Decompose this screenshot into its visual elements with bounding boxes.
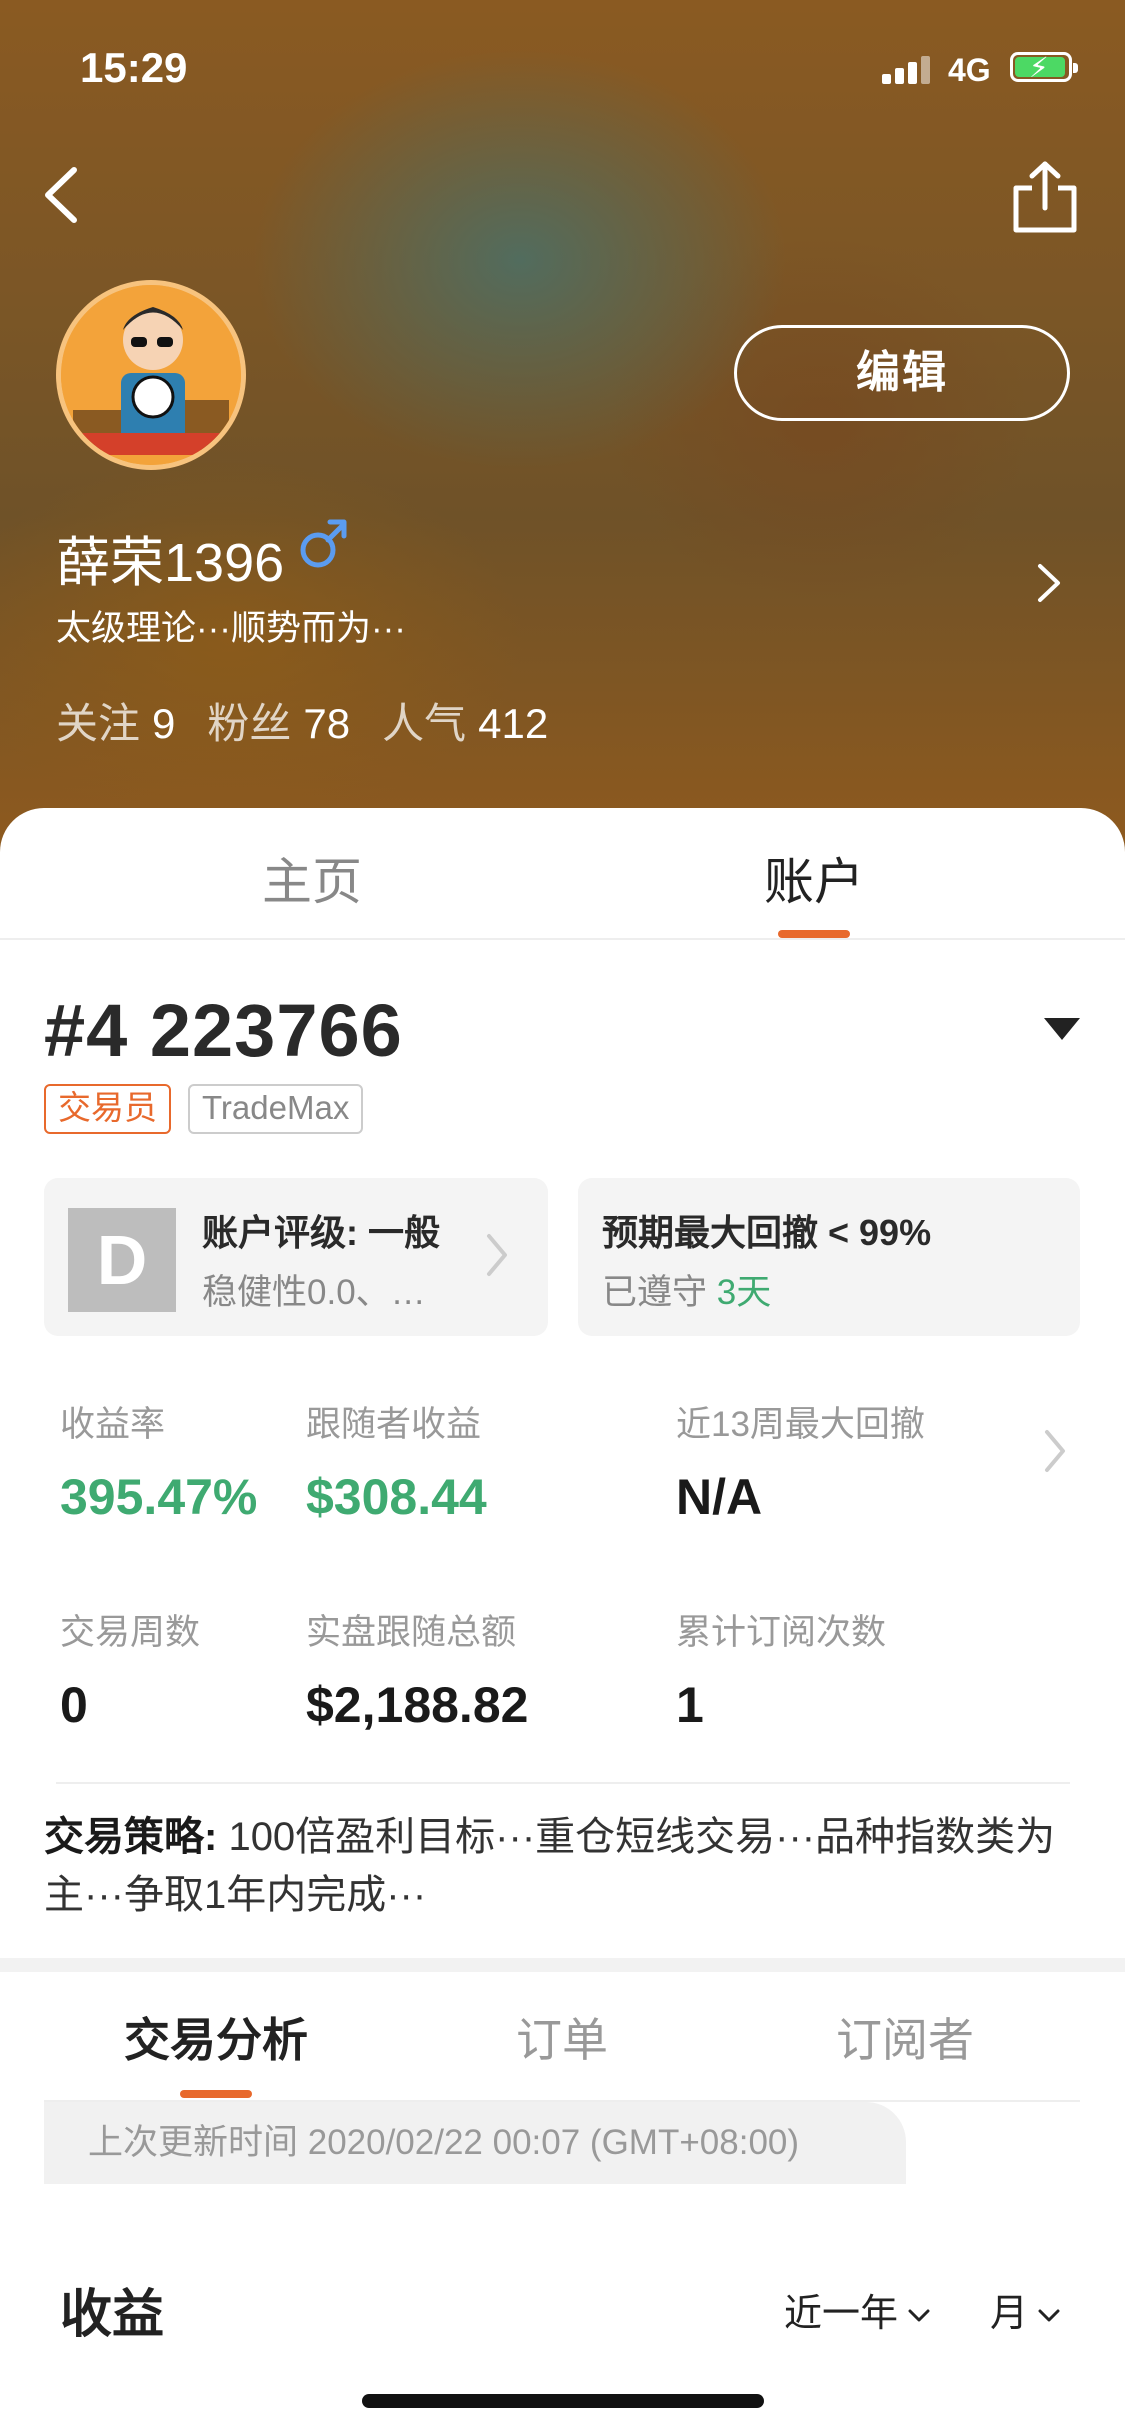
account-sheet: 主页 账户 #4 223766 交易员 TradeMax D 账户评级: 一般 …: [0, 808, 1125, 2436]
follower-profit-value: $308.44: [306, 1469, 487, 1525]
follow-label[interactable]: 关注: [56, 700, 140, 747]
share-icon: [1013, 161, 1077, 233]
tab-subscribers[interactable]: 订阅者: [836, 2004, 974, 2070]
drawdown-title: 预期最大回撤 < 99%: [602, 1212, 932, 1253]
earnings-title: 收益: [60, 2286, 165, 2344]
caret-down-icon: [1044, 1018, 1080, 1040]
section-divider: [56, 1782, 1070, 1784]
rating-title: 账户评级: 一般: [202, 1212, 440, 1253]
popularity-count: 412: [478, 700, 549, 747]
trader-tag: 交易员: [44, 1084, 171, 1134]
account-number: #4 223766: [44, 989, 403, 1072]
range-select[interactable]: 近一年: [784, 2282, 930, 2337]
follow-total-label: 实盘跟随总额: [306, 1613, 517, 1652]
tab-trade-analysis-indicator: [180, 2090, 252, 2098]
last-update-banner: 上次更新时间 2020/02/22 00:07 (GMT+08:00): [44, 2102, 906, 2184]
account-rating-card[interactable]: D 账户评级: 一般 稳健性0.0、…: [44, 1178, 548, 1336]
trade-weeks-label: 交易周数: [60, 1613, 201, 1652]
profile-bio: 太级理论···顺势而为···: [56, 609, 406, 648]
trade-strategy: 交易策略: 100倍盈利目标···重仓短线交易···品种指数类为主···争取1年…: [44, 1808, 1084, 1924]
rating-grade-badge: D: [68, 1208, 176, 1312]
return-rate-label: 收益率: [60, 1405, 166, 1444]
home-indicator[interactable]: [362, 2394, 764, 2408]
status-time: 15:29: [80, 44, 188, 91]
drawdown-days: 3天: [716, 1273, 772, 1312]
popularity-label: 人气: [382, 700, 467, 747]
fans-count[interactable]: 78: [303, 700, 350, 747]
subscription-count-label: 累计订阅次数: [676, 1613, 887, 1652]
drawdown-card: 预期最大回撤 < 99% 已遵守 3天: [578, 1178, 1080, 1336]
rating-subtitle: 稳健性0.0、…: [202, 1273, 426, 1312]
signal-icon: [882, 54, 932, 84]
chevron-right-icon: [1045, 1430, 1065, 1472]
strategy-label: 交易策略:: [44, 1815, 218, 1859]
tab-trade-analysis[interactable]: 交易分析: [124, 2004, 308, 2070]
max-drawdown-value: N/A: [676, 1469, 763, 1525]
avatar-cartoon-icon: [61, 285, 241, 465]
return-rate-value: 395.47%: [60, 1469, 258, 1525]
tab-account-indicator: [778, 930, 850, 938]
chevron-right-icon: [1038, 564, 1060, 602]
account-dropdown[interactable]: [1042, 1016, 1082, 1042]
follow-count[interactable]: 9: [152, 700, 175, 747]
status-bar: 15:29 4G ⚡: [0, 40, 1125, 100]
main-tab-bar: 主页 账户: [0, 808, 1125, 940]
male-gender-icon: [296, 514, 352, 574]
range-select-label: 近一年: [784, 2293, 899, 2335]
chevron-down-icon: [1038, 2309, 1060, 2322]
follower-profit-label: 跟随者收益: [306, 1405, 482, 1444]
follow-total-value: $2,188.82: [306, 1677, 529, 1733]
profile-stats: 关注 9 粉丝 78 人气 412: [56, 690, 580, 751]
battery-icon: ⚡: [1010, 52, 1078, 83]
avatar[interactable]: [56, 280, 246, 470]
chevron-right-icon: [484, 1230, 510, 1280]
tab-orders[interactable]: 订单: [516, 2004, 608, 2070]
profile-detail-arrow[interactable]: [1034, 560, 1064, 606]
period-select[interactable]: 月: [990, 2282, 1060, 2337]
chevron-left-icon: [45, 167, 77, 223]
tab-account[interactable]: 账户: [764, 842, 864, 914]
period-select-label: 月: [990, 2293, 1029, 2335]
share-button[interactable]: [1010, 158, 1080, 238]
edit-profile-button[interactable]: 编辑: [734, 325, 1070, 421]
max-drawdown-label: 近13周最大回撤: [676, 1405, 925, 1444]
section-separator: [0, 1958, 1125, 1972]
trademax-tag: TradeMax: [188, 1084, 364, 1134]
fans-label[interactable]: 粉丝: [207, 700, 291, 747]
drawdown-subtitle: 已遵守 3天: [602, 1264, 771, 1315]
subscription-count-value: 1: [676, 1677, 704, 1733]
metrics-detail-arrow[interactable]: [1042, 1426, 1068, 1476]
drawdown-compliance-label: 已遵守: [602, 1273, 708, 1312]
trade-weeks-value: 0: [60, 1677, 88, 1733]
tab-home[interactable]: 主页: [262, 842, 362, 914]
back-button[interactable]: [36, 160, 96, 230]
network-label: 4G: [948, 52, 991, 88]
chevron-down-icon: [908, 2309, 930, 2322]
username: 薛荣1396: [56, 533, 285, 593]
